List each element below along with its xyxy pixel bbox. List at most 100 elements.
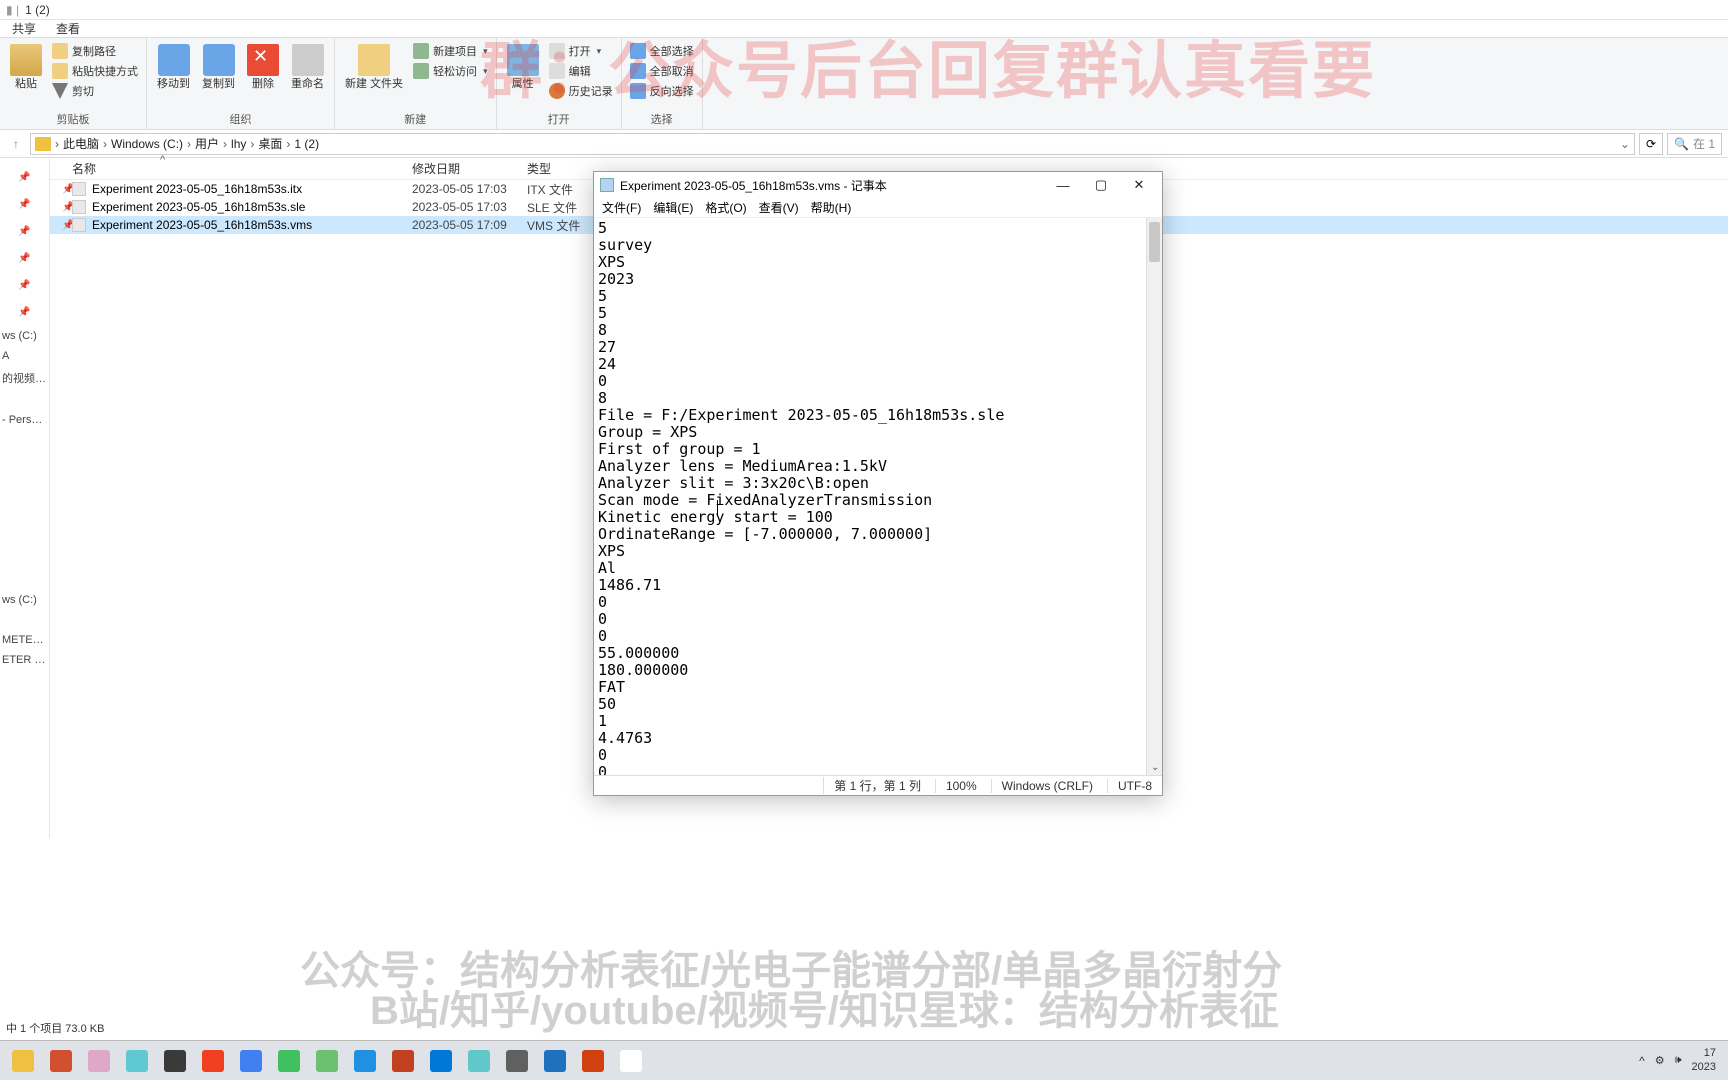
collapse-icon[interactable]: ^ [160,154,165,166]
taskbar-clock[interactable]: 17 2023 [1692,1047,1716,1073]
breadcrumb-item[interactable]: lhy [231,137,246,151]
taskbar-app[interactable] [424,1046,458,1076]
sidebar-item[interactable]: 的视频2023( [0,366,49,390]
delete-button[interactable]: 删除 [243,42,283,93]
clipboard-icon [10,44,42,76]
shortcut-icon [52,63,68,79]
file-icon [72,218,86,232]
menu-format[interactable]: 格式(O) [705,199,746,216]
breadcrumb-item[interactable]: 此电脑 [63,135,99,152]
app-icon [50,1050,72,1072]
taskbar-app[interactable] [6,1046,40,1076]
taskbar-app[interactable] [234,1046,268,1076]
history-icon [549,83,565,99]
edit-icon [549,63,565,79]
sidebar-item[interactable]: - Persona [0,410,49,430]
refresh-button[interactable]: ⟳ [1639,133,1663,155]
history-button[interactable]: 历史记录 [547,82,615,100]
maximize-button[interactable]: ▢ [1082,173,1120,197]
taskbar-app[interactable] [120,1046,154,1076]
taskbar-app[interactable] [272,1046,306,1076]
notepad-icon [600,178,614,192]
taskbar-app[interactable] [158,1046,192,1076]
cut-button[interactable]: 剪切 [50,82,140,100]
easy-access-icon [413,63,429,79]
scissors-icon [52,83,68,99]
select-all-button[interactable]: 全部选择 [628,42,696,60]
menu-edit[interactable]: 编辑(E) [653,199,693,216]
new-item-button[interactable]: 新建项目▾ [411,42,490,60]
edit-button[interactable]: 编辑 [547,62,615,80]
pin-icon: 📌 [0,272,49,299]
menu-help[interactable]: 帮助(H) [811,199,852,216]
scrollbar-vertical[interactable]: ⌄ [1146,218,1162,775]
new-folder-button[interactable]: 新建 文件夹 [341,42,407,93]
status-eol: Windows (CRLF) [991,779,1093,793]
tray-icon[interactable]: 🕪 [1675,1054,1682,1067]
paste-button[interactable]: 粘贴 [6,42,46,93]
taskbar-app[interactable] [310,1046,344,1076]
sidebar-item[interactable]: ws (C:) [0,590,49,610]
sidebar-item[interactable]: A [0,346,49,366]
notepad-text[interactable]: 5 survey XPS 2023 5 5 8 27 24 0 8 File =… [594,218,1162,775]
explorer-status-bar: 中 1 个项目 73.0 KB [0,1018,104,1038]
breadcrumb-item[interactable]: 桌面 [258,135,282,152]
scroll-down-icon[interactable]: ⌄ [1151,762,1159,773]
sidebar-item [0,390,49,410]
system-tray[interactable]: ^ ⚙ 🕪 17 2023 [1639,1047,1722,1073]
taskbar-app[interactable] [538,1046,572,1076]
taskbar-app[interactable] [196,1046,230,1076]
sidebar-item[interactable]: ws (C:) [0,326,49,346]
easy-access-button[interactable]: 轻松访问▾ [411,62,490,80]
tab-share[interactable]: 共享 [12,20,36,37]
taskbar-app[interactable] [576,1046,610,1076]
tray-chevron-icon[interactable]: ^ [1639,1054,1645,1068]
tray-icon[interactable]: ⚙ [1655,1054,1665,1067]
notepad-window: Experiment 2023-05-05_16h18m53s.vms - 记事… [593,171,1163,796]
taskbar-app[interactable] [462,1046,496,1076]
taskbar-app[interactable] [82,1046,116,1076]
menu-file[interactable]: 文件(F) [602,199,641,216]
taskbar-app[interactable] [348,1046,382,1076]
file-name: Experiment 2023-05-05_16h18m53s.itx [92,182,412,196]
properties-button[interactable]: 属性 [503,42,543,93]
nav-sidebar[interactable]: 📌 📌 📌 📌 📌 📌 ws (C:) A 的视频2023( - Persona… [0,158,50,838]
app-icon [506,1050,528,1072]
paste-shortcut-button[interactable]: 粘贴快捷方式 [50,62,140,80]
copy-to-button[interactable]: 复制到 [198,42,239,93]
chevron-down-icon[interactable]: ⌄ [1620,137,1630,151]
nav-up-button[interactable]: ↑ [6,134,26,154]
app-icon [430,1050,452,1072]
taskbar-app[interactable] [500,1046,534,1076]
delete-icon [247,44,279,76]
copy-path-button[interactable]: 复制路径 [50,42,140,60]
open-button[interactable]: 打开▾ [547,42,615,60]
minimize-button[interactable]: — [1044,173,1082,197]
breadcrumb[interactable]: › 此电脑› Windows (C:)› 用户› lhy› 桌面› 1 (2) … [30,133,1635,155]
taskbar-app[interactable] [386,1046,420,1076]
breadcrumb-item[interactable]: Windows (C:) [111,137,183,151]
search-input[interactable]: 🔍 在 1 [1667,133,1722,155]
invert-selection-button[interactable]: 反向选择 [628,82,696,100]
tab-view[interactable]: 查看 [56,20,80,37]
pin-icon: 📌 [62,220,72,231]
column-date[interactable]: 修改日期 [412,160,527,177]
sidebar-item[interactable]: METER (E:) [0,630,49,650]
close-button[interactable]: ✕ [1120,173,1158,197]
scroll-thumb[interactable] [1149,222,1160,262]
taskbar-app[interactable] [44,1046,78,1076]
breadcrumb-item[interactable]: 用户 [195,135,219,152]
select-none-button[interactable]: 全部取消 [628,62,696,80]
notepad-body: 5 survey XPS 2023 5 5 8 27 24 0 8 File =… [594,218,1162,775]
taskbar-app[interactable] [614,1046,648,1076]
rename-button[interactable]: 重命名 [287,42,328,93]
menu-view[interactable]: 查看(V) [759,199,799,216]
app-icon [392,1050,414,1072]
group-label-open: 打开 [503,109,615,127]
notepad-titlebar[interactable]: Experiment 2023-05-05_16h18m53s.vms - 记事… [594,172,1162,198]
breadcrumb-item[interactable]: 1 (2) [294,137,319,151]
move-to-button[interactable]: 移动到 [153,42,194,93]
folder-icon [35,137,51,151]
sidebar-item[interactable]: ETER (E:) [0,650,49,670]
column-name[interactable]: 名称 [72,160,412,177]
